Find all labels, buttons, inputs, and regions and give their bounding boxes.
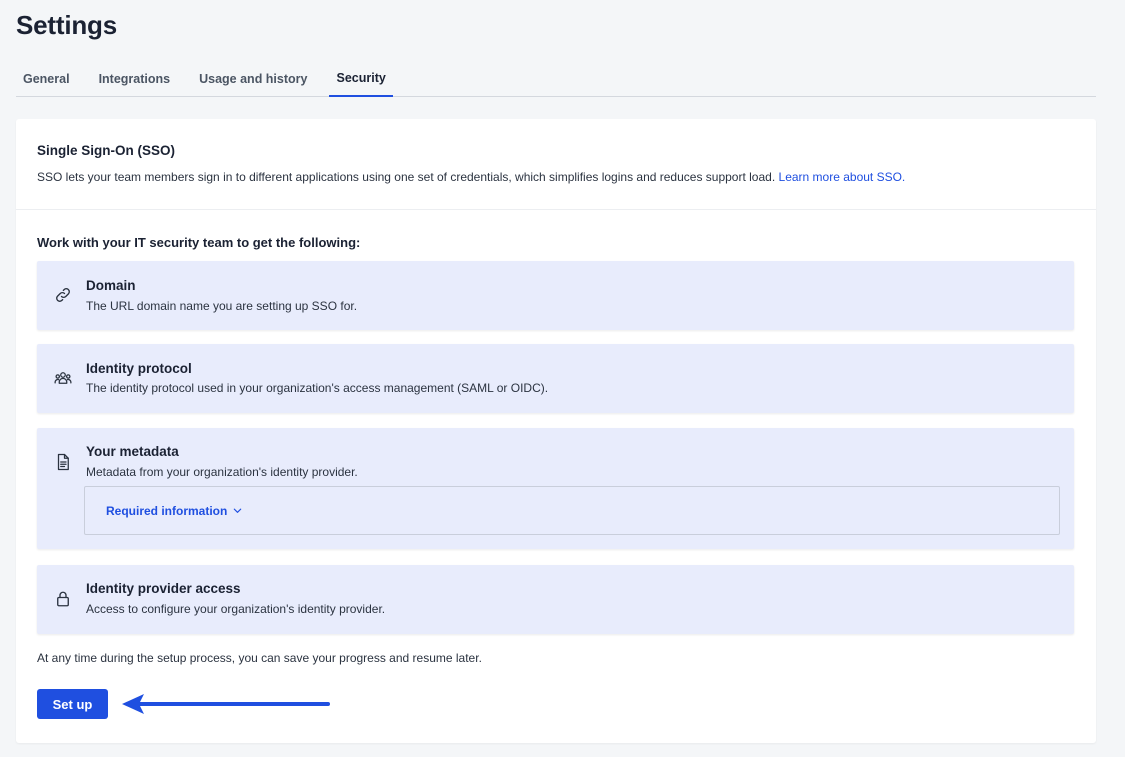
requirement-title: Your metadata bbox=[86, 444, 179, 459]
requirement-identity-protocol: Identity protocol The identity protocol … bbox=[37, 344, 1074, 413]
tab-integrations[interactable]: Integrations bbox=[92, 62, 178, 97]
sso-card: Single Sign-On (SSO) SSO lets your team … bbox=[16, 119, 1096, 743]
tab-security[interactable]: Security bbox=[329, 62, 393, 97]
requirement-description: The identity protocol used in your organ… bbox=[86, 381, 549, 395]
set-up-button[interactable]: Set up bbox=[37, 689, 108, 719]
sso-description: SSO lets your team members sign in to di… bbox=[37, 170, 776, 184]
document-icon bbox=[53, 452, 73, 472]
users-icon bbox=[53, 368, 73, 388]
requirement-domain: Domain The URL domain name you are setti… bbox=[37, 261, 1074, 330]
arrow-icon bbox=[122, 694, 330, 714]
requirement-title: Domain bbox=[86, 278, 136, 293]
requirement-metadata: Your metadata Metadata from your organiz… bbox=[37, 428, 1074, 549]
lock-icon bbox=[53, 589, 73, 609]
requirement-description: Metadata from your organization's identi… bbox=[86, 465, 358, 479]
link-icon bbox=[53, 285, 73, 305]
required-information-label: Required information bbox=[106, 503, 228, 518]
sso-header: Single Sign-On (SSO) SSO lets your team … bbox=[16, 119, 1096, 210]
requirement-title: Identity provider access bbox=[86, 581, 241, 596]
requirement-title: Identity protocol bbox=[86, 361, 192, 376]
page-title: Settings bbox=[16, 10, 117, 40]
requirement-description: Access to configure your organization's … bbox=[86, 602, 386, 616]
requirement-description: The URL domain name you are setting up S… bbox=[86, 299, 358, 313]
requirement-identity-provider-access: Identity provider access Access to confi… bbox=[37, 565, 1074, 634]
tab-general[interactable]: General bbox=[16, 62, 77, 97]
tab-usage-and-history[interactable]: Usage and history bbox=[192, 62, 314, 97]
sso-description-line: SSO lets your team members sign in to di… bbox=[37, 170, 1075, 184]
requirements-section: Work with your IT security team to get t… bbox=[16, 210, 1096, 250]
learn-more-sso-link[interactable]: Learn more about SSO. bbox=[779, 170, 906, 184]
requirements-heading: Work with your IT security team to get t… bbox=[37, 235, 361, 250]
required-information-panel: Required information bbox=[84, 486, 1060, 535]
progress-note: At any time during the setup process, yo… bbox=[37, 651, 482, 665]
settings-tabs: General Integrations Usage and history S… bbox=[16, 62, 1096, 97]
chevron-down-icon bbox=[232, 505, 243, 516]
sso-title: Single Sign-On (SSO) bbox=[37, 143, 175, 158]
required-information-toggle[interactable]: Required information bbox=[106, 504, 243, 518]
